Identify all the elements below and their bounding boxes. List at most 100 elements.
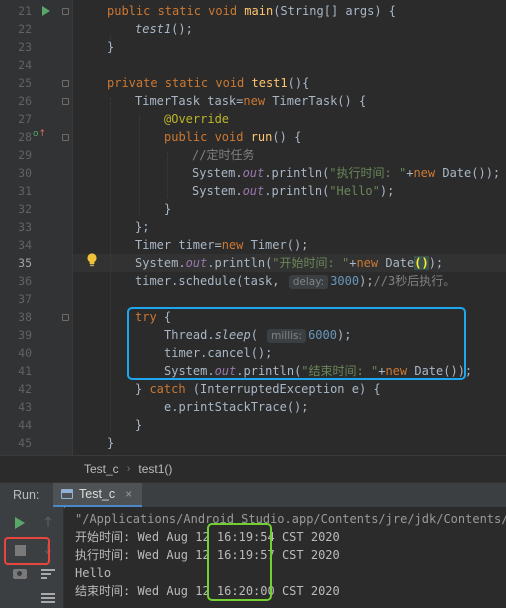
line-number: 37 [18,292,32,306]
line-number: 39 [18,328,32,342]
code-token: @Override [164,112,230,126]
code-line[interactable]: } [164,200,171,218]
fold-marker[interactable] [62,134,69,141]
code-line-current[interactable]: System.out.println("开始时间: "+new Date()); [135,254,443,272]
code-line[interactable]: public static void main(String[] args) { [107,2,396,20]
camera-icon[interactable] [10,564,30,584]
code-token: public static void [107,4,245,18]
code-line[interactable]: //定时任务 [192,146,254,164]
code-token: test1 [135,22,172,36]
code-line[interactable]: System.out.println("执行时间: "+new Date()); [192,164,500,182]
indent-guide [139,116,140,216]
line-number: 43 [18,400,32,414]
scroll-to-end-icon[interactable] [38,588,58,608]
code-token: catch [149,382,186,396]
fold-marker[interactable] [62,314,69,321]
line-number: 30 [18,166,32,180]
code-token: () { [272,130,302,144]
indent-guide [167,152,168,198]
code-token: Date [385,256,415,270]
fold-marker[interactable] [62,80,69,87]
line-number: 27 [18,112,32,126]
tab-label: Test_c [79,486,116,501]
code-line[interactable]: TimerTask task=new TimerTask() { [135,92,366,110]
code-line[interactable]: Timer timer=new Timer(); [135,236,308,254]
code-line[interactable]: System.out.println("Hello"); [192,182,394,200]
breadcrumb-method[interactable]: test1() [138,462,172,476]
line-number: 45 [18,436,32,450]
code-token: new [221,238,251,252]
code-token: System. [192,184,243,198]
lightbulb-icon[interactable] [86,253,98,267]
code-token: out [242,184,265,198]
indent-guide [110,98,111,432]
code-token: new [356,256,386,270]
line-number: 36 [18,274,32,288]
breadcrumb-class[interactable]: Test_c [84,462,119,476]
code-line[interactable]: e.printStackTrace(); [164,398,309,416]
code-line[interactable]: } catch (InterruptedException e) { [135,380,381,398]
rerun-button[interactable] [10,513,30,533]
line-number: 24 [18,58,32,72]
code-line[interactable]: private static void test1(){ [107,74,309,92]
line-number: 40 [18,346,32,360]
tab-test-c[interactable]: Test_c × [53,482,143,508]
fold-marker[interactable] [62,98,69,105]
code-token: //3秒后执行。 [373,274,456,288]
code-token: ); [359,274,374,288]
code-token: .println( [207,256,273,270]
code-token: .println( [264,184,330,198]
code-line[interactable]: }; [135,218,149,236]
run-gutter-icon[interactable] [42,6,50,16]
run-label: Run: [13,488,40,502]
code-token: private static void [107,76,252,90]
console-tab-icon [61,488,73,499]
try-block-highlight-box [127,307,466,380]
close-icon[interactable]: × [125,487,132,501]
console-line: Hello [75,566,112,580]
code-token: test1 [251,76,288,90]
code-token: Timer(); [250,238,309,252]
override-icon[interactable]: o↑ [33,129,46,139]
code-token: (InterruptedException e) { [185,382,381,396]
code-line[interactable]: } [107,434,114,452]
code-line[interactable]: @Override [164,110,229,128]
breadcrumb: Test_c › test1() [0,455,506,482]
code-line[interactable]: test1(); [135,20,193,38]
code-token: TimerTask task= [135,94,244,108]
line-number: 23 [18,40,32,54]
up-arrow-icon[interactable]: ↑ [38,513,58,533]
fold-marker[interactable] [62,8,69,15]
line-number: 28 [18,130,32,144]
line-number: 31 [18,184,32,198]
code-token: run [250,130,273,144]
line-number: 21 [18,4,32,18]
code-token: (String[] args) { [273,4,397,18]
code-token: ); [379,184,395,198]
stop-button-highlight-box [4,537,50,565]
code-token: (){ [287,76,310,90]
code-token: timer.schedule(task, [135,274,287,288]
code-token: out [242,166,265,180]
code-token: Date()); [442,166,501,180]
code-token: (); [171,22,193,36]
soft-wrap-icon[interactable] [38,564,58,584]
code-line[interactable]: } [107,38,114,56]
code-editor[interactable]: 21 22 23 24 25 26 27 28 29 30 31 32 33 3… [0,0,506,455]
code-token: "开始时间: " [272,256,350,270]
code-token: new [413,166,443,180]
code-token: out [185,256,208,270]
code-token: "执行时间: " [329,166,407,180]
code-line[interactable]: public void run() { [164,128,301,146]
line-number: 33 [18,220,32,234]
code-token: //定时任务 [192,148,255,162]
console-output[interactable]: "/Applications/Android Studio.app/Conten… [65,507,506,608]
line-number: 32 [18,202,32,216]
code-line[interactable]: } [135,416,142,434]
code-line[interactable]: timer.schedule(task, delay: 3000);//3秒后执行… [135,272,455,290]
brace-match-highlight: () [414,256,429,270]
line-number-current: 35 [18,256,32,270]
run-panel-header: Run: Test_c × [0,482,506,508]
rerun-icon [15,517,25,529]
breadcrumb-separator: › [126,463,131,475]
